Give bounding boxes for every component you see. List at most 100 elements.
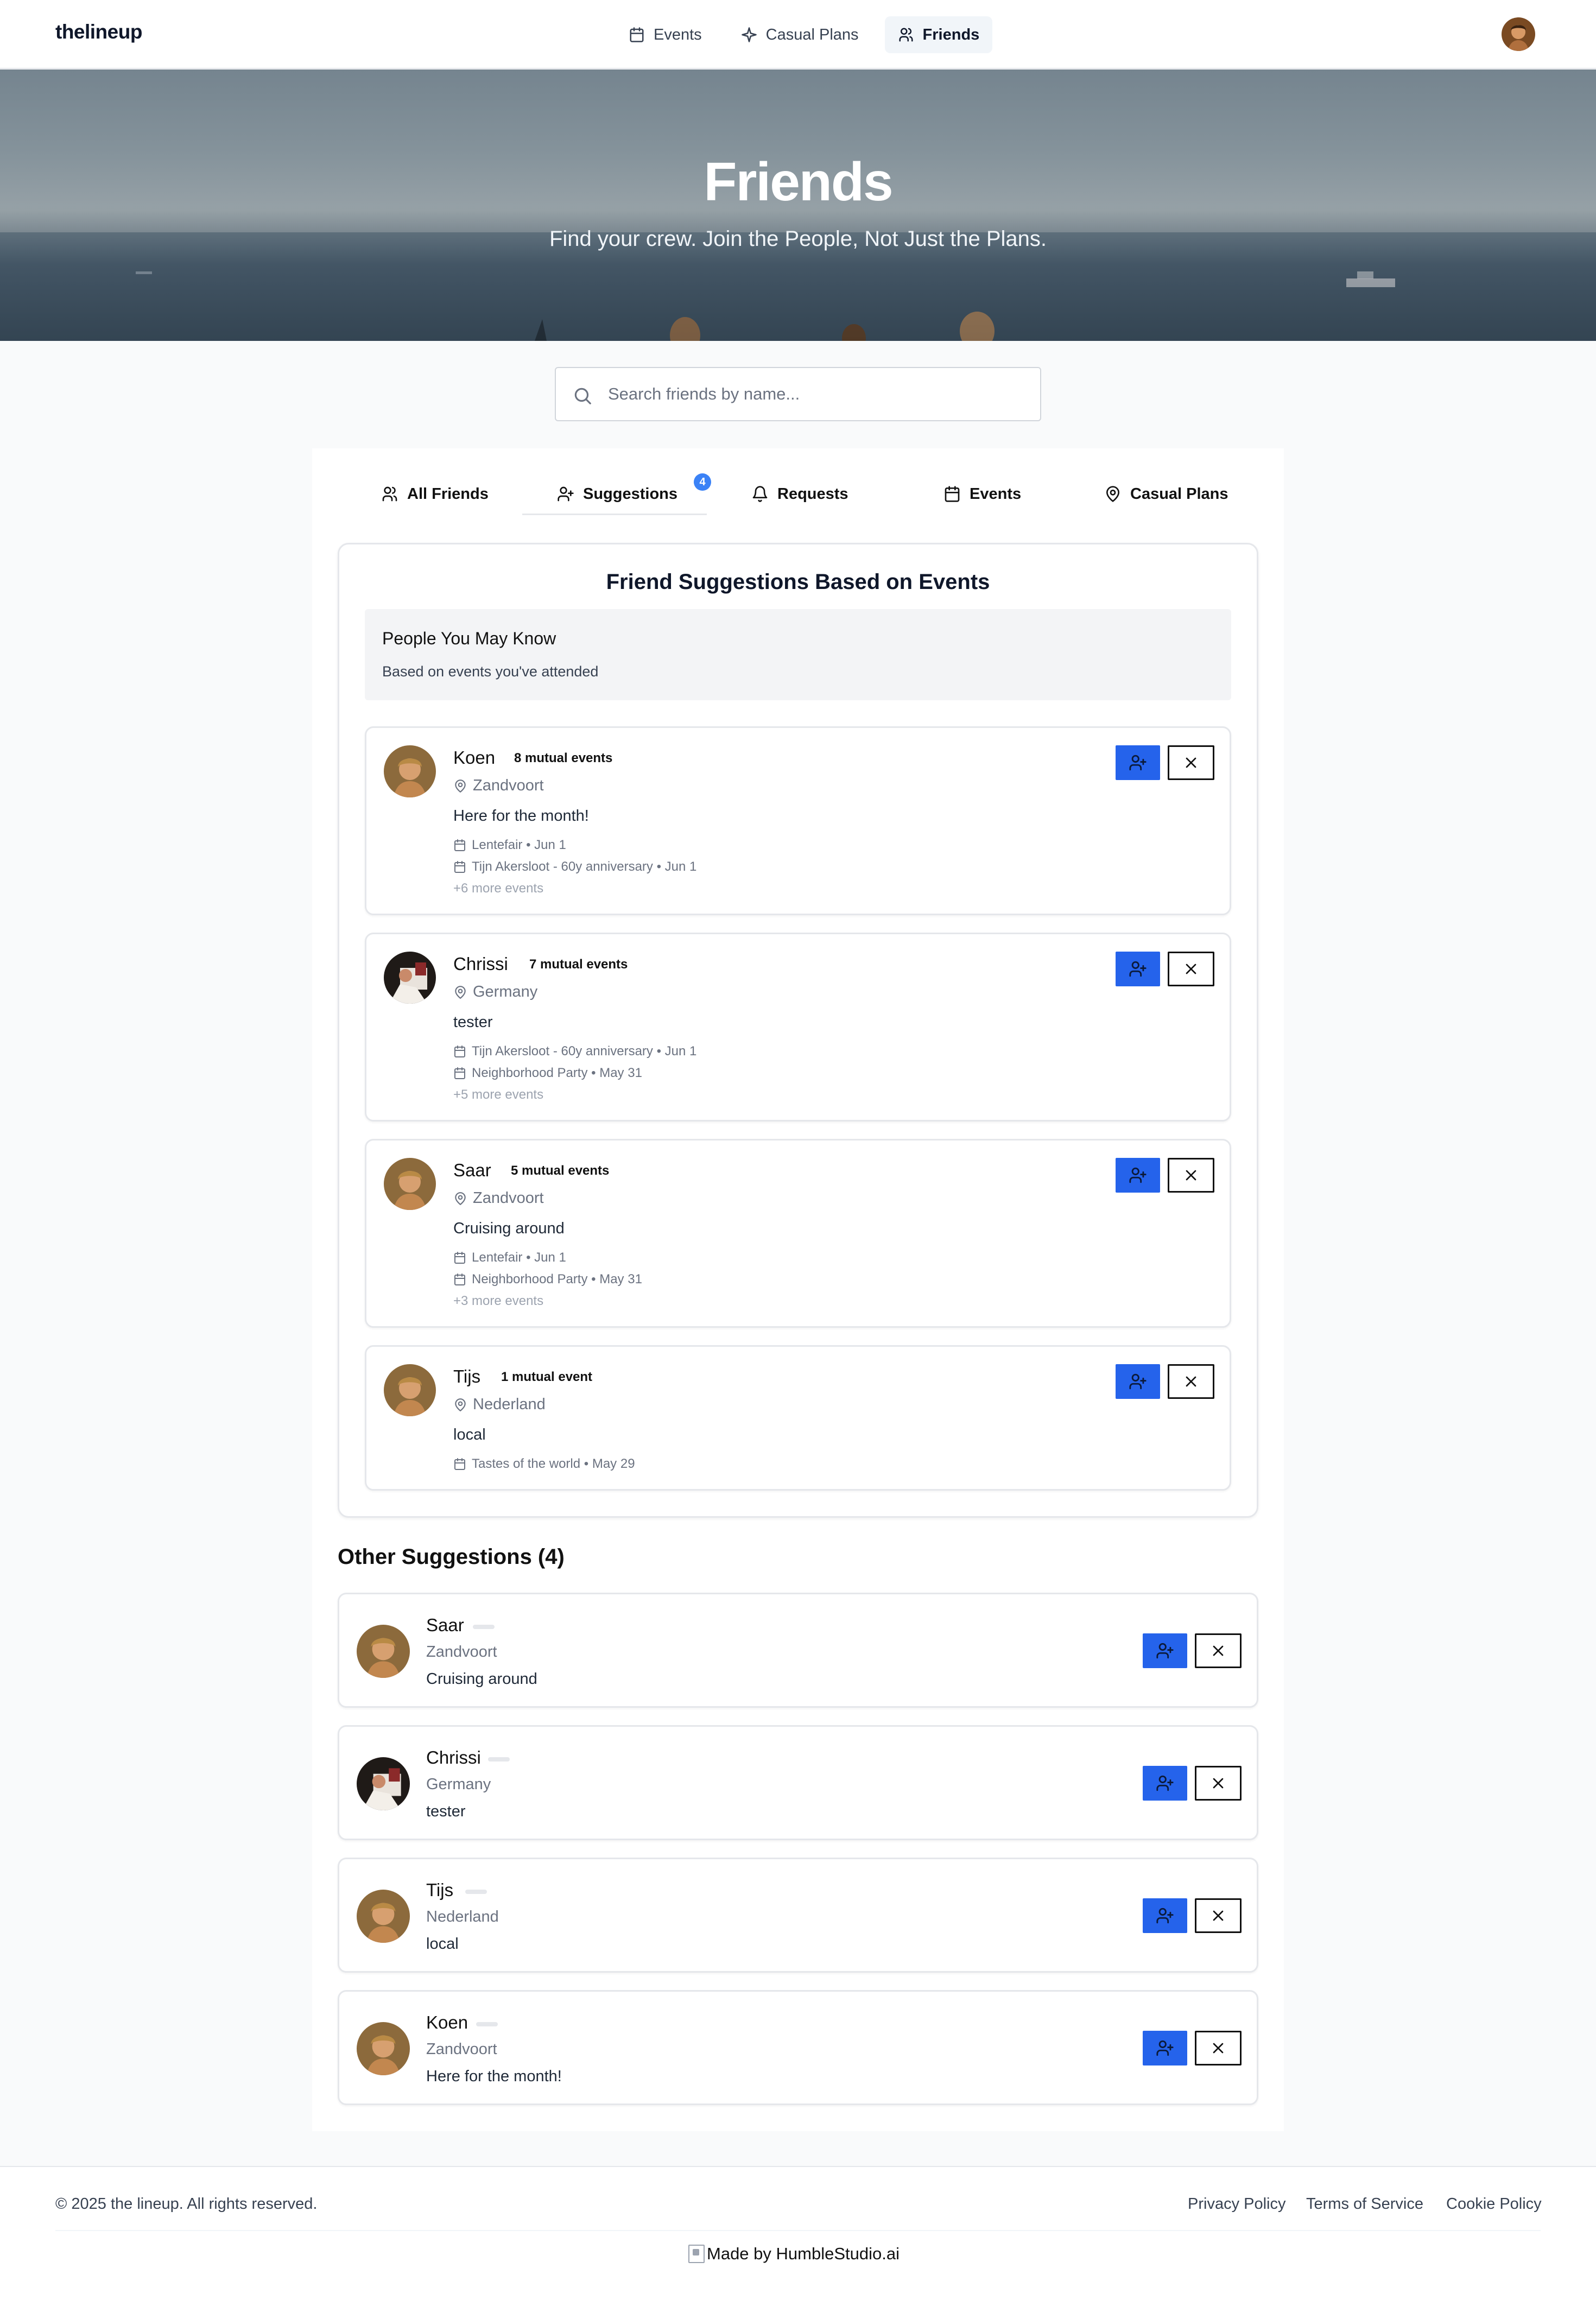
avatar[interactable] xyxy=(384,1364,436,1416)
page-title: Friends xyxy=(704,151,893,212)
add-friend-button[interactable] xyxy=(1116,952,1160,986)
add-friend-button[interactable] xyxy=(1143,1898,1187,1933)
mutual-event-item: Tijn Akersloot - 60y anniversary • Jun 1 xyxy=(453,1044,696,1059)
tab-suggestions[interactable]: Suggestions xyxy=(557,472,677,516)
person-name[interactable]: Tijs xyxy=(426,1880,453,1900)
made-by-text: Made by HumbleStudio.ai xyxy=(707,2244,900,2263)
user-plus-icon xyxy=(1156,1908,1174,1924)
mutual-placeholder xyxy=(473,1625,495,1629)
footer-link-cookies[interactable]: Cookie Policy xyxy=(1446,2195,1542,2213)
avatar[interactable] xyxy=(357,1890,410,1943)
calendar-icon xyxy=(454,1067,465,1079)
more-events-link[interactable]: +6 more events xyxy=(453,881,543,896)
other-suggestion-card: Tijs Nederland local xyxy=(338,1858,1258,1973)
close-icon xyxy=(1213,1778,1224,1789)
logo[interactable]: thelineup xyxy=(55,21,142,43)
footer-link-terms[interactable]: Terms of Service xyxy=(1306,2195,1423,2213)
mutual-event-text: Neighborhood Party • May 31 xyxy=(472,1272,642,1287)
person-location: Zandvoort xyxy=(426,2041,497,2058)
tab-all-friends[interactable]: All Friends xyxy=(381,472,489,516)
avatar[interactable] xyxy=(357,2022,410,2075)
add-friend-button[interactable] xyxy=(1116,1158,1160,1193)
add-friend-button[interactable] xyxy=(1116,745,1160,780)
dismiss-button[interactable] xyxy=(1195,1898,1242,1933)
person-bio: Cruising around xyxy=(453,1220,565,1237)
top-nav: thelineup Events Casual Plans Friends xyxy=(0,0,1596,69)
location-text: Germany xyxy=(473,983,538,1000)
mutual-placeholder xyxy=(476,2022,498,2026)
tab-all-friends-label: All Friends xyxy=(407,485,489,503)
more-events-link[interactable]: +5 more events xyxy=(453,1087,543,1103)
location-text: Nederland xyxy=(473,1396,546,1413)
person-bio: Cruising around xyxy=(426,1670,537,1688)
add-friend-button[interactable] xyxy=(1143,1633,1187,1668)
user-avatar[interactable] xyxy=(1502,17,1535,51)
more-events-link[interactable]: +3 more events xyxy=(453,1294,543,1309)
nav-casual-plans[interactable]: Casual Plans xyxy=(728,16,872,53)
person-name[interactable]: Saar xyxy=(426,1615,464,1636)
dismiss-button[interactable] xyxy=(1168,952,1214,986)
avatar[interactable] xyxy=(384,1158,436,1210)
search-input[interactable] xyxy=(608,368,1021,420)
hero-banner: Friends Find your crew. Join the People,… xyxy=(0,69,1596,341)
tab-casual-plans[interactable]: Casual Plans xyxy=(1104,472,1228,516)
person-location: Germany xyxy=(426,1776,491,1793)
footer xyxy=(0,2166,1596,2319)
close-icon xyxy=(1213,1645,1224,1656)
close-icon xyxy=(1186,964,1196,974)
dismiss-button[interactable] xyxy=(1168,1364,1214,1399)
person-name[interactable]: Tijs xyxy=(453,1366,480,1387)
avatar[interactable] xyxy=(384,745,436,797)
avatar[interactable] xyxy=(357,1757,410,1810)
users-icon xyxy=(382,486,397,502)
person-location: Germany xyxy=(453,983,537,1001)
suggestion-card-tijs: Tijs 1 mutual event Nederland local Tast… xyxy=(365,1345,1231,1491)
made-by-badge[interactable]: Made by HumbleStudio.ai xyxy=(688,2244,900,2264)
dismiss-button[interactable] xyxy=(1195,1766,1242,1801)
person-name[interactable]: Chrissi xyxy=(426,1747,481,1768)
add-friend-button[interactable] xyxy=(1116,1364,1160,1399)
person-name[interactable]: Saar xyxy=(453,1160,491,1181)
tab-events[interactable]: Events xyxy=(943,472,1021,516)
person-location: Zandvoort xyxy=(453,1189,544,1207)
map-pin-icon xyxy=(455,1398,466,1411)
dismiss-button[interactable] xyxy=(1168,1158,1214,1193)
person-name[interactable]: Koen xyxy=(453,747,495,768)
broken-image-icon xyxy=(688,2245,705,2263)
close-icon xyxy=(1186,1376,1196,1387)
nav-events-label: Events xyxy=(654,26,702,43)
add-friend-button[interactable] xyxy=(1143,1766,1187,1801)
calendar-icon xyxy=(454,839,465,851)
person-bio: Here for the month! xyxy=(426,2068,562,2085)
person-location: Zandvoort xyxy=(426,1643,497,1661)
location-text: Zandvoort xyxy=(473,1189,544,1207)
people-you-may-know-title: People You May Know xyxy=(382,629,556,648)
suggestions-title: Friend Suggestions Based on Events xyxy=(606,570,990,594)
nav-events[interactable]: Events xyxy=(616,16,715,53)
footer-link-privacy[interactable]: Privacy Policy xyxy=(1188,2195,1286,2213)
avatar[interactable] xyxy=(384,952,436,1004)
user-plus-icon xyxy=(1156,2040,1174,2056)
mutual-events-count: 1 mutual event xyxy=(501,1370,593,1384)
nav-links: Events Casual Plans Friends xyxy=(616,16,993,53)
nav-friends[interactable]: Friends xyxy=(884,16,993,53)
other-suggestion-card: Saar Zandvoort Cruising around xyxy=(338,1593,1258,1708)
person-name[interactable]: Chrissi xyxy=(453,954,508,974)
tab-requests[interactable]: Requests xyxy=(751,472,848,516)
map-pin-icon xyxy=(455,1192,466,1205)
calendar-icon xyxy=(454,1458,465,1470)
other-suggestions-title: Other Suggestions (4) xyxy=(338,1545,565,1569)
user-plus-icon xyxy=(1156,1775,1174,1791)
tab-suggestions-label: Suggestions xyxy=(583,485,678,503)
avatar[interactable] xyxy=(357,1625,410,1678)
dismiss-button[interactable] xyxy=(1195,1633,1242,1668)
mutual-event-item: Lentefair • Jun 1 xyxy=(453,1250,566,1265)
tab-requests-label: Requests xyxy=(777,485,848,503)
person-location: Nederland xyxy=(426,1908,499,1925)
close-icon xyxy=(1213,2043,1224,2054)
mutual-event-text: Lentefair • Jun 1 xyxy=(472,1250,566,1265)
dismiss-button[interactable] xyxy=(1195,2031,1242,2065)
person-name[interactable]: Koen xyxy=(426,2012,468,2033)
dismiss-button[interactable] xyxy=(1168,745,1214,780)
add-friend-button[interactable] xyxy=(1143,2031,1187,2065)
